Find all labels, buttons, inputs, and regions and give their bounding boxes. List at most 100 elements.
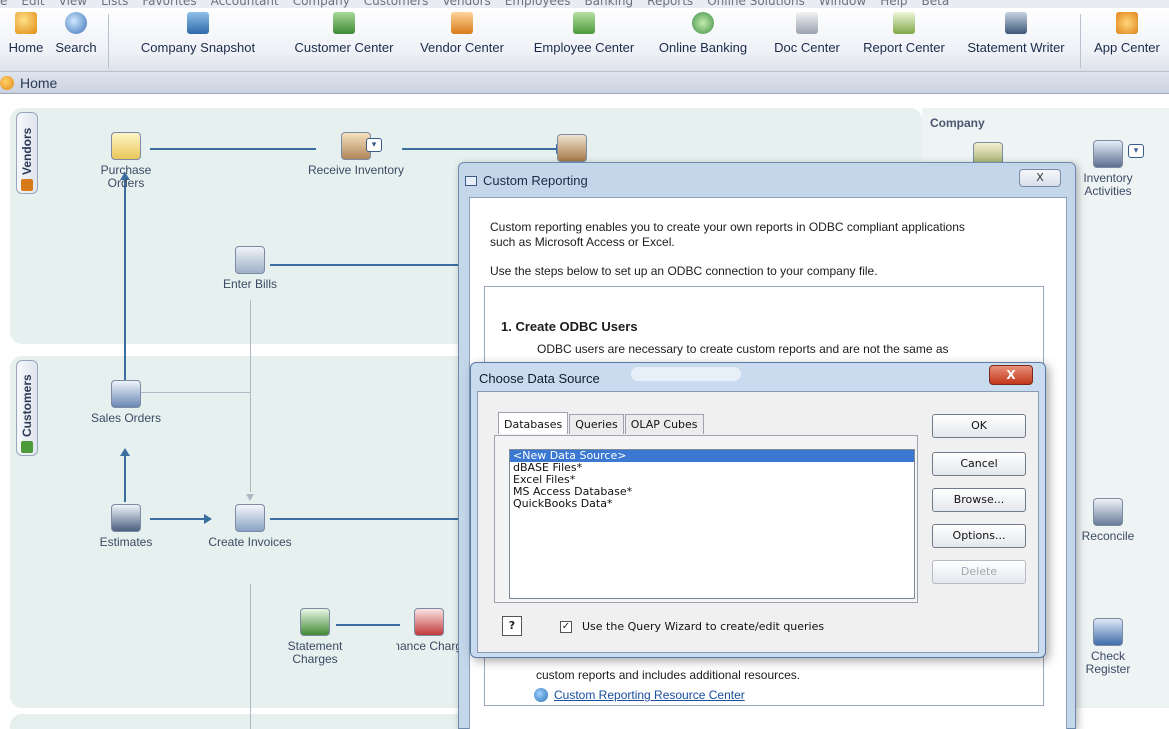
- inventory-activities-icon: [1093, 140, 1123, 168]
- menu-item[interactable]: Reports: [647, 0, 693, 8]
- query-wizard-option[interactable]: ✓ Use the Query Wizard to create/edit qu…: [560, 620, 824, 633]
- cancel-button[interactable]: Cancel: [932, 452, 1026, 476]
- check-register-item[interactable]: Check Register: [1068, 618, 1148, 676]
- create-invoices-item[interactable]: Create Invoices: [200, 504, 300, 549]
- options-button[interactable]: Options...: [932, 524, 1026, 548]
- menu-item[interactable]: Banking: [584, 0, 633, 8]
- query-wizard-checkbox[interactable]: ✓: [560, 620, 572, 633]
- intro-text: Custom reporting enables you to create y…: [490, 220, 965, 249]
- purchase-order-icon: [111, 132, 141, 160]
- online-banking-icon: [692, 12, 714, 34]
- doc-center-button[interactable]: Doc Center: [762, 8, 852, 72]
- data-source-list[interactable]: <New Data Source> dBASE Files* Excel Fil…: [509, 449, 915, 599]
- list-item[interactable]: QuickBooks Data*: [510, 498, 914, 510]
- toolbar-separator: [1080, 14, 1081, 68]
- menu-item[interactable]: Accountant: [211, 0, 279, 8]
- menu-item[interactable]: Favorites: [142, 0, 196, 8]
- toolbar-separator: [108, 14, 109, 68]
- menu-item[interactable]: Employees: [505, 0, 571, 8]
- resource-center-row[interactable]: Custom Reporting Resource Center: [534, 688, 745, 702]
- reconcile-item[interactable]: Reconcile: [1068, 498, 1148, 543]
- browse-button[interactable]: Browse...: [932, 488, 1026, 512]
- app-center-button[interactable]: App Center: [1086, 8, 1168, 72]
- tab-olap-cubes[interactable]: OLAP Cubes: [624, 414, 704, 434]
- menu-item[interactable]: Beta: [922, 0, 950, 8]
- close-icon[interactable]: X: [1019, 169, 1061, 187]
- dialog-title: Choose Data Source: [479, 371, 600, 386]
- sales-orders-item[interactable]: Sales Orders: [84, 380, 168, 425]
- flow-arrow: [246, 494, 254, 501]
- estimates-item[interactable]: Estimates: [84, 504, 168, 549]
- online-banking-button[interactable]: Online Banking: [646, 8, 760, 72]
- steps-intro-text: Use the steps below to set up an ODBC co…: [490, 264, 878, 278]
- customer-center-button[interactable]: Customer Center: [284, 8, 404, 72]
- customers-side-tab[interactable]: Customers: [16, 360, 38, 456]
- globe-icon: [534, 688, 548, 702]
- report-center-icon: [893, 12, 915, 34]
- menu-item[interactable]: Company: [293, 0, 350, 8]
- menu-bar: e Edit View Lists Favorites Accountant Company…: [0, 0, 1169, 8]
- company-section-label: Company: [930, 116, 985, 130]
- check-register-icon: [1093, 618, 1123, 646]
- home-tab-bar: Home: [0, 72, 1169, 94]
- app-center-icon: [1116, 12, 1138, 34]
- home-tab-icon: [0, 76, 14, 90]
- reconcile-icon: [1093, 498, 1123, 526]
- menu-item[interactable]: e: [0, 0, 7, 8]
- close-icon[interactable]: X: [989, 365, 1033, 385]
- search-button[interactable]: Search: [52, 8, 100, 72]
- menu-item[interactable]: Online Solutions: [707, 0, 805, 8]
- help-icon[interactable]: ?: [502, 616, 522, 636]
- sales-orders-icon: [111, 380, 141, 408]
- doc-center-icon: [796, 12, 818, 34]
- titlebar-glow: [631, 367, 741, 381]
- customers-icon: [21, 441, 33, 453]
- inventory-box-icon: [557, 134, 587, 162]
- home-tab-label[interactable]: Home: [20, 75, 57, 91]
- employee-center-button[interactable]: Employee Center: [522, 8, 646, 72]
- enter-bills-icon: [235, 246, 265, 274]
- databases-tab-panel: <New Data Source> dBASE Files* Excel Fil…: [494, 435, 918, 603]
- menu-item[interactable]: Customers: [364, 0, 429, 8]
- menu-item[interactable]: Lists: [101, 0, 128, 8]
- window-icon: [465, 176, 477, 186]
- inventory-item[interactable]: [552, 134, 592, 162]
- tab-queries[interactable]: Queries: [569, 414, 624, 434]
- finance-charges-item[interactable]: Finance Charges: [396, 608, 462, 653]
- inventory-activities-dropdown[interactable]: ▾: [1128, 144, 1144, 158]
- flow-line: [124, 452, 126, 502]
- flow-line: [250, 584, 251, 729]
- purchase-orders-item[interactable]: Purchase Orders: [84, 132, 168, 190]
- dialog-content: Databases Queries OLAP Cubes <New Data S…: [477, 391, 1039, 653]
- flow-line: [402, 148, 562, 150]
- statement-writer-icon: [1005, 12, 1027, 34]
- menu-item[interactable]: Vendors: [442, 0, 490, 8]
- menu-item[interactable]: Edit: [21, 0, 44, 8]
- main-toolbar: Home Search Company Snapshot Customer Ce…: [0, 8, 1169, 72]
- custom-reporting-titlebar: Custom Reporting X: [459, 163, 1075, 197]
- flow-line: [124, 176, 126, 390]
- receive-inventory-item[interactable]: Receive Inventory: [306, 132, 406, 177]
- vendors-side-tab[interactable]: Vendors: [16, 112, 38, 194]
- resource-center-link[interactable]: Custom Reporting Resource Center: [554, 688, 745, 702]
- home-button[interactable]: Home: [4, 8, 48, 72]
- company-snapshot-button[interactable]: Company Snapshot: [114, 8, 282, 72]
- vendors-icon: [21, 179, 33, 191]
- receive-inventory-dropdown[interactable]: ▾: [366, 138, 382, 152]
- vendor-center-button[interactable]: Vendor Center: [404, 8, 520, 72]
- tab-databases[interactable]: Databases: [498, 412, 569, 434]
- footer-text: custom reports and includes additional r…: [536, 668, 801, 682]
- enter-bills-item[interactable]: Enter Bills: [200, 246, 300, 291]
- home-icon: [15, 12, 37, 34]
- employee-center-icon: [573, 12, 595, 34]
- menu-item[interactable]: View: [59, 0, 87, 8]
- statement-charges-icon: [300, 608, 330, 636]
- report-center-button[interactable]: Report Center: [852, 8, 956, 72]
- menu-item[interactable]: Window: [819, 0, 866, 8]
- flow-line: [150, 148, 316, 150]
- estimates-icon: [111, 504, 141, 532]
- ok-button[interactable]: OK: [932, 414, 1026, 438]
- menu-item[interactable]: Help: [880, 0, 907, 8]
- statement-charges-item[interactable]: Statement Charges: [270, 608, 360, 666]
- statement-writer-button[interactable]: Statement Writer: [956, 8, 1076, 72]
